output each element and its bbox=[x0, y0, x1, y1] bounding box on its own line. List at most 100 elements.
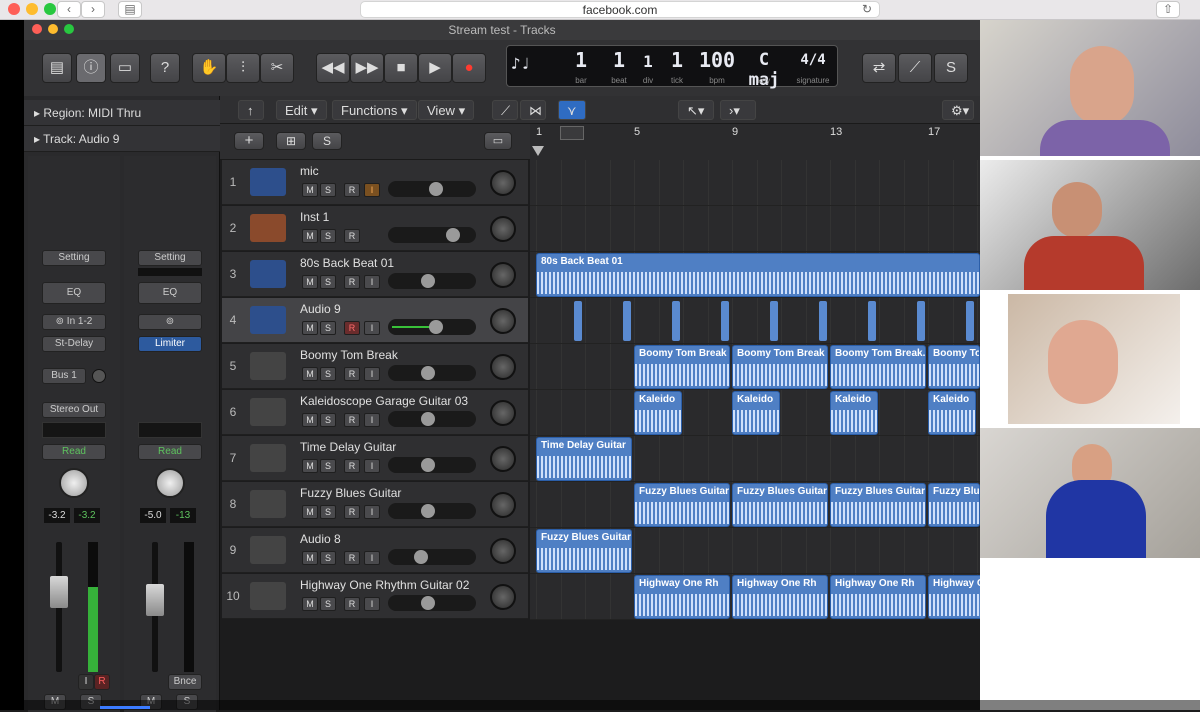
track-name[interactable]: Audio 9 bbox=[300, 302, 341, 316]
track-input-monitor-button[interactable]: I bbox=[364, 551, 380, 565]
track-solo-button[interactable]: S bbox=[320, 551, 336, 565]
track-name[interactable]: Fuzzy Blues Guitar bbox=[300, 486, 401, 500]
track-pan-knob[interactable] bbox=[490, 262, 516, 288]
output-slot[interactable]: Stereo Out bbox=[42, 402, 106, 418]
pointer-tool-icon[interactable]: ↖▾ bbox=[678, 100, 714, 120]
solo-mode-icon[interactable]: S bbox=[934, 53, 968, 83]
track-pan-knob[interactable] bbox=[490, 170, 516, 196]
audio-region[interactable]: 80s Back Beat 01 bbox=[536, 253, 980, 297]
eq-button[interactable]: EQ bbox=[42, 282, 106, 304]
audio-region-blip[interactable] bbox=[819, 301, 827, 341]
minimize-window-button[interactable] bbox=[26, 3, 38, 15]
track-row[interactable]: 5 Boomy Tom Break M S R I bbox=[222, 344, 528, 389]
track-input-monitor-button[interactable]: I bbox=[364, 367, 380, 381]
logic-zoom-button[interactable] bbox=[64, 24, 74, 34]
track-lane[interactable] bbox=[530, 298, 980, 344]
group-slot[interactable] bbox=[42, 422, 106, 438]
track-record-button[interactable]: R bbox=[344, 321, 360, 335]
volume-handle[interactable] bbox=[421, 274, 436, 288]
volume-handle[interactable] bbox=[421, 412, 436, 426]
track-mute-button[interactable]: M bbox=[302, 505, 318, 519]
input-monitor-button[interactable]: I bbox=[78, 674, 94, 690]
track-name[interactable]: Kaleidoscope Garage Guitar 03 bbox=[300, 394, 468, 408]
insert-slot-2[interactable]: Limiter bbox=[138, 336, 202, 352]
track-mute-button[interactable]: M bbox=[302, 413, 318, 427]
rewind-icon[interactable]: ◀◀ bbox=[316, 53, 350, 83]
smart-controls-icon[interactable]: ✋ bbox=[192, 53, 226, 83]
track-name[interactable]: Audio 8 bbox=[300, 532, 341, 546]
track-input-monitor-button[interactable]: I bbox=[364, 505, 380, 519]
forward-icon[interactable]: › bbox=[81, 1, 105, 18]
audio-region-blip[interactable] bbox=[623, 301, 631, 341]
track-input-monitor-button[interactable]: I bbox=[364, 459, 380, 473]
track-mute-button[interactable]: M bbox=[302, 459, 318, 473]
audio-region-blip[interactable] bbox=[770, 301, 778, 341]
track-volume-slider[interactable] bbox=[388, 227, 476, 243]
tracks-area[interactable]: 80s Back Beat 01 Boomy Tom Break Boomy Tom… bbox=[530, 160, 1022, 620]
audio-region[interactable]: Time Delay Guitar bbox=[536, 437, 632, 481]
eq-button-2[interactable]: EQ bbox=[138, 282, 202, 304]
zoom-window-button[interactable] bbox=[44, 3, 56, 15]
audio-region[interactable]: Boomy Tom Break bbox=[634, 345, 730, 389]
track-name[interactable]: Time Delay Guitar bbox=[300, 440, 396, 454]
audio-region[interactable]: Kaleido bbox=[830, 391, 878, 435]
track-record-button[interactable]: R bbox=[344, 551, 360, 565]
track-row[interactable]: 4 Audio 9 MSRI bbox=[222, 298, 528, 343]
track-input-monitor-button[interactable]: I bbox=[364, 275, 380, 289]
track-volume-slider[interactable] bbox=[388, 319, 476, 335]
track-row[interactable]: 2 Inst 1 MSR bbox=[222, 206, 528, 251]
track-input-monitor-button[interactable]: I bbox=[364, 183, 380, 197]
track-row[interactable]: 7 Time Delay Guitar M S R I bbox=[222, 436, 528, 481]
bounce-button[interactable]: Bnce bbox=[168, 674, 202, 690]
secondary-tool-icon[interactable]: ›▾ bbox=[720, 100, 756, 120]
track-solo-button[interactable]: S bbox=[320, 275, 336, 289]
track-volume-slider[interactable] bbox=[388, 365, 476, 381]
track-name[interactable]: 80s Back Beat 01 bbox=[300, 256, 394, 270]
audio-region-blip[interactable] bbox=[721, 301, 729, 341]
track-inspector-row[interactable]: ▸ Track: Audio 9 bbox=[24, 126, 220, 152]
track-solo-button[interactable]: S bbox=[320, 183, 336, 197]
track-volume-slider[interactable] bbox=[388, 457, 476, 473]
track-volume-slider[interactable] bbox=[388, 595, 476, 611]
inspector-icon[interactable]: ⓘ bbox=[76, 53, 106, 83]
track-name[interactable]: mic bbox=[300, 164, 319, 178]
track-pan-knob[interactable] bbox=[490, 354, 516, 380]
track-record-button[interactable]: R bbox=[344, 367, 360, 381]
track-mute-button[interactable]: M bbox=[302, 183, 318, 197]
track-volume-slider[interactable] bbox=[388, 273, 476, 289]
track-solo-button[interactable]: S bbox=[320, 367, 336, 381]
audio-region[interactable]: Highway One Rh bbox=[634, 575, 730, 619]
collapse-icon[interactable]: ▭ bbox=[484, 132, 512, 150]
audio-region-blip[interactable] bbox=[917, 301, 925, 341]
track-volume-slider[interactable] bbox=[388, 411, 476, 427]
input-button[interactable]: ⊚ In 1-2 bbox=[42, 314, 106, 330]
pan-knob-2[interactable] bbox=[155, 468, 185, 498]
volume-fader-2[interactable] bbox=[146, 584, 164, 616]
track-volume-slider[interactable] bbox=[388, 181, 476, 197]
track-record-button[interactable]: R bbox=[344, 597, 360, 611]
track-pan-knob[interactable] bbox=[490, 216, 516, 242]
volume-handle[interactable] bbox=[428, 182, 443, 196]
automation-mode-2[interactable]: Read bbox=[138, 444, 202, 460]
add-track-icon[interactable]: + bbox=[234, 132, 264, 150]
logic-minimize-button[interactable] bbox=[48, 24, 58, 34]
track-name[interactable]: Boomy Tom Break bbox=[300, 348, 398, 362]
volume-handle[interactable] bbox=[421, 458, 436, 472]
track-mute-button[interactable]: M bbox=[302, 229, 318, 243]
track-record-button[interactable]: R bbox=[344, 275, 360, 289]
volume-handle[interactable] bbox=[428, 320, 443, 334]
new-folder-icon[interactable]: ⊞ bbox=[276, 132, 306, 150]
audio-region[interactable]: Fuzzy Blues Guitar bbox=[634, 483, 730, 527]
playhead-icon[interactable] bbox=[532, 146, 544, 156]
track-row[interactable]: 8 Fuzzy Blues Guitar M S R I bbox=[222, 482, 528, 527]
track-mute-button[interactable]: M bbox=[302, 551, 318, 565]
track-row[interactable]: 1 mic M S R I bbox=[222, 160, 528, 205]
mixer-icon[interactable]: ⫶ bbox=[226, 53, 260, 83]
view-menu[interactable]: View ▾ bbox=[418, 100, 475, 120]
audio-region[interactable]: Kaleido bbox=[634, 391, 682, 435]
sidebar-icon[interactable]: ▤ bbox=[118, 1, 142, 18]
track-pan-knob[interactable] bbox=[490, 492, 516, 518]
fast-forward-icon[interactable]: ▶▶ bbox=[350, 53, 384, 83]
track-solo-button[interactable]: S bbox=[320, 229, 336, 243]
functions-menu[interactable]: Functions ▾ bbox=[332, 100, 417, 120]
